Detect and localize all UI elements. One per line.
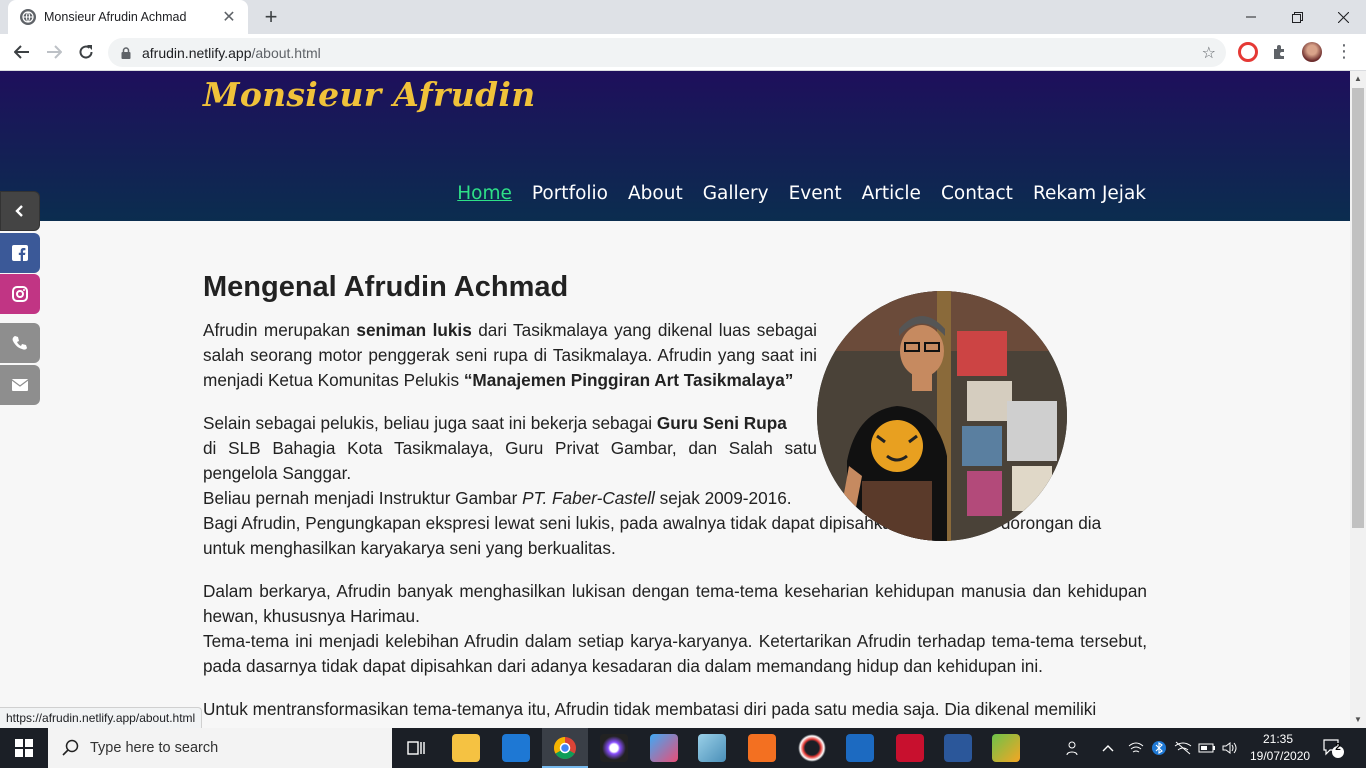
nav-event[interactable]: Event (789, 183, 842, 204)
back-button[interactable] (8, 38, 36, 66)
scroll-down-arrow[interactable]: ▼ (1350, 712, 1366, 728)
chrome-icon (554, 737, 576, 759)
tray-people-icon[interactable] (1066, 728, 1082, 768)
page-scrollbar[interactable]: ▲ ▼ (1350, 71, 1366, 728)
nav-portfolio[interactable]: Portfolio (532, 183, 608, 204)
paragraph-themes: Dalam berkarya, Afrudin banyak menghasil… (203, 581, 1147, 676)
phone-icon (12, 336, 27, 350)
mail-icon[interactable] (502, 734, 530, 762)
search-placeholder: Type here to search (90, 740, 219, 756)
about-content: Mengenal Afrudin Achmad Afrudin merupaka… (203, 271, 1147, 728)
page-viewport: Monsieur Afrudin Home Portfolio About Ga… (0, 71, 1350, 728)
tray-bluetooth-icon[interactable] (1152, 728, 1166, 768)
extensions-puzzle-icon[interactable] (1270, 42, 1290, 62)
tray-battery-icon[interactable] (1198, 728, 1216, 768)
main-nav: Home Portfolio About Gallery Event Artic… (457, 183, 1146, 204)
page-title: Mengenal Afrudin Achmad (203, 271, 569, 303)
video-editor-icon[interactable] (846, 734, 874, 762)
palette-app-icon[interactable] (992, 734, 1020, 762)
close-window-button[interactable] (1320, 0, 1366, 34)
start-button[interactable] (0, 728, 48, 768)
globe-icon (20, 9, 36, 25)
paint-app-icon[interactable] (650, 734, 678, 762)
new-tab-button[interactable]: + (258, 4, 284, 30)
reload-button[interactable] (72, 38, 100, 66)
instagram-button[interactable] (0, 274, 40, 314)
clock-date: 19/07/2020 (1250, 749, 1311, 763)
nav-contact[interactable]: Contact (941, 183, 1013, 204)
forward-button[interactable] (40, 38, 68, 66)
artist-portrait (817, 291, 1067, 541)
instagram-icon (12, 286, 28, 302)
paragraph-career: Selain sebagai pelukis, beliau juga saat… (203, 413, 1102, 558)
notification-count: 2 (1335, 742, 1341, 753)
menu-dots-icon[interactable]: ⋮ (1334, 42, 1354, 62)
task-view-icon[interactable] (402, 734, 430, 762)
file-explorer-icon[interactable] (452, 734, 480, 762)
browser-toolbar: afrudin.netlify.app/about.html ☆ ⋮ (0, 34, 1366, 71)
search-icon (62, 739, 79, 756)
browser-tab-strip: Monsieur Afrudin Achmad ✕ + (0, 0, 1366, 34)
windows-logo-icon (15, 739, 33, 757)
scroll-up-arrow[interactable]: ▲ (1350, 71, 1366, 87)
collapse-social-button[interactable] (0, 191, 40, 231)
tray-wifi-icon[interactable] (1128, 728, 1144, 768)
site-brand[interactable]: Monsieur Afrudin (203, 75, 536, 114)
url-text: afrudin.netlify.app/about.html (142, 44, 321, 61)
nav-rekam-jejak[interactable]: Rekam Jejak (1033, 183, 1146, 204)
media-app-icon[interactable] (600, 734, 628, 762)
minimize-button[interactable] (1228, 0, 1274, 34)
flash-icon[interactable] (896, 734, 924, 762)
facebook-icon (12, 245, 28, 261)
lock-icon (121, 46, 131, 59)
address-bar[interactable]: afrudin.netlify.app/about.html ☆ (108, 38, 1226, 67)
taskbar-search-box[interactable]: Type here to search (48, 728, 392, 768)
tray-volume-icon[interactable] (1222, 728, 1238, 768)
tab-close-icon[interactable]: ✕ (220, 7, 238, 27)
tray-chevron-up-icon[interactable] (1102, 728, 1114, 768)
status-bar-url: https://afrudin.netlify.app/about.html (0, 707, 203, 728)
facebook-button[interactable] (0, 233, 40, 273)
nav-article[interactable]: Article (862, 183, 921, 204)
chevron-left-icon (15, 205, 23, 217)
bookmark-star-icon[interactable]: ☆ (1202, 43, 1216, 63)
profile-avatar[interactable] (1302, 42, 1322, 62)
paragraph-intro: Afrudin merupakan seniman lukis dari Tas… (203, 320, 817, 390)
action-center-button[interactable]: 2 (1322, 728, 1344, 768)
clock-time: 21:35 (1262, 732, 1294, 746)
taskbar-clock[interactable]: 21:35 19/07/2020 (1250, 731, 1311, 765)
nav-gallery[interactable]: Gallery (703, 183, 769, 204)
email-button[interactable] (0, 365, 40, 405)
tray-network-icon[interactable] (1174, 728, 1192, 768)
site-header: Monsieur Afrudin Home Portfolio About Ga… (0, 71, 1350, 221)
paragraph-media: Untuk mentransformasikan tema-temanya it… (203, 699, 1097, 719)
windows-taskbar: Type here to search 21:35 19/07/2020 2 (0, 728, 1366, 768)
chrome-taskbar-button[interactable] (542, 728, 588, 768)
scroll-thumb[interactable] (1352, 88, 1364, 528)
restore-button[interactable] (1274, 0, 1320, 34)
extension-red-icon[interactable] (1238, 42, 1258, 62)
nav-home[interactable]: Home (457, 183, 512, 204)
phone-button[interactable] (0, 323, 40, 363)
envelope-icon (12, 379, 28, 391)
davinci-icon[interactable] (798, 734, 826, 762)
nav-about[interactable]: About (628, 183, 683, 204)
tab-title: Monsieur Afrudin Achmad (44, 10, 187, 24)
browser-tab[interactable]: Monsieur Afrudin Achmad ✕ (8, 0, 248, 34)
xampp-icon[interactable] (748, 734, 776, 762)
notes-app-icon[interactable] (698, 734, 726, 762)
word-icon[interactable] (944, 734, 972, 762)
